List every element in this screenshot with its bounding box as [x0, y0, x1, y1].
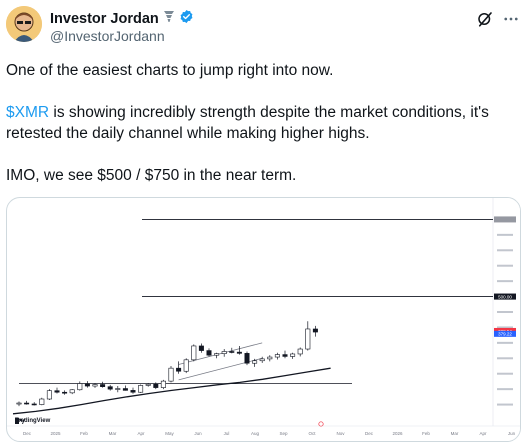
candle-body [31, 403, 37, 406]
candle-body [183, 359, 189, 372]
price-tick-label [497, 388, 513, 391]
time-tick-label: Oct [308, 431, 316, 436]
tweet-line-3: IMO, we see $500 / $750 in the near term… [6, 167, 297, 184]
time-tick-label: Feb [80, 431, 88, 436]
candle-body [84, 383, 90, 387]
candle-body [206, 350, 212, 356]
time-tick-label: Dec [365, 431, 374, 436]
price-tick-label [497, 264, 513, 267]
candle-body [252, 360, 258, 364]
tweet-line-1: One of the easiest charts to jump right … [6, 62, 334, 79]
time-tick-label: May [165, 431, 174, 436]
price-tick-label [497, 233, 513, 236]
time-tick-label: Jun [194, 431, 202, 436]
candle-body [214, 353, 220, 356]
time-tick-label: 2025 [50, 431, 61, 436]
price-tick-label [497, 249, 513, 252]
candle-body [115, 388, 121, 390]
price-tick-label [497, 403, 513, 406]
time-tick-label: Feb [422, 431, 430, 436]
candle-body [236, 351, 242, 354]
candle-body [92, 384, 98, 387]
time-tick-label: Dec [23, 431, 32, 436]
tornado-icon [163, 10, 175, 28]
avatar[interactable] [6, 6, 42, 42]
candle-body [274, 354, 280, 358]
current-price-label: 379.22 [498, 332, 512, 337]
author-handle[interactable]: @InvestorJordann [50, 28, 165, 44]
time-tick-label: Mar [451, 431, 459, 436]
candle-body [191, 345, 197, 361]
more-options-icon[interactable] [502, 10, 520, 28]
author-name[interactable]: Investor Jordan [50, 11, 159, 27]
level-price-marker [494, 216, 516, 223]
tweet-line-2-text: is showing incredibly strength despite t… [6, 104, 489, 142]
candle-body [290, 353, 296, 357]
candle-body [282, 354, 288, 357]
candle-body [39, 398, 45, 405]
tweet-media-chart[interactable]: 500.00388.54379.22Dec2025FebMarAprMayJun… [6, 197, 521, 442]
time-tick-label: Apr [137, 431, 145, 436]
candle-body [198, 345, 204, 351]
current-price-label: 500.00 [498, 294, 512, 299]
candle-body [259, 358, 265, 362]
candle-body [16, 402, 22, 405]
verified-icon [179, 9, 194, 29]
candle-body [176, 367, 182, 372]
candle-body [221, 351, 227, 354]
price-tick-label [497, 372, 513, 375]
candle-body [107, 386, 113, 390]
event-marker [318, 421, 324, 427]
price-chart: 500.00388.54379.22Dec2025FebMarAprMayJun… [7, 198, 520, 441]
candle-body [305, 328, 311, 350]
price-tick-label [497, 280, 513, 283]
candle-body [46, 390, 52, 400]
candle-body [77, 383, 83, 391]
time-tick-label: 2026 [392, 431, 403, 436]
candle-body [244, 353, 250, 364]
candle-body [312, 328, 318, 333]
candle-body [138, 385, 144, 393]
candle-body [160, 380, 166, 388]
candle-body [153, 383, 159, 388]
time-tick-label: Jul [224, 431, 230, 436]
time-tick-label: Aug [251, 431, 260, 436]
candle-body [145, 383, 151, 386]
candle-body [54, 390, 60, 393]
time-tick-label: Nov [336, 431, 345, 436]
time-tick-label: Mar [109, 431, 117, 436]
time-tick-label: Sep [279, 431, 288, 436]
cashtag-link[interactable]: $XMR [6, 104, 49, 121]
tweet-header: Investor Jordan @InvestorJordann [6, 6, 519, 48]
candle-body [122, 388, 128, 391]
candle-body [267, 356, 273, 360]
candle-body [62, 391, 68, 394]
candle-body [130, 390, 136, 393]
candle-body [168, 367, 174, 382]
time-tick-label: Apr [479, 431, 487, 436]
candle-body [229, 351, 235, 353]
candle-body [69, 389, 75, 394]
price-tick-label [497, 357, 513, 360]
candle-body [24, 402, 30, 405]
tweet-line-2: $XMR is showing incredibly strength desp… [6, 102, 516, 144]
candle-body [100, 384, 106, 387]
tradingview-logo: TradingView [15, 418, 50, 424]
price-tick-label [497, 341, 513, 344]
time-tick-label: Jun [508, 431, 516, 436]
avatar-illustration [6, 6, 42, 42]
price-tick-label [497, 311, 513, 313]
tweet-body: One of the easiest charts to jump right … [6, 60, 516, 207]
grok-icon[interactable] [476, 10, 494, 28]
candle-body [297, 348, 303, 355]
